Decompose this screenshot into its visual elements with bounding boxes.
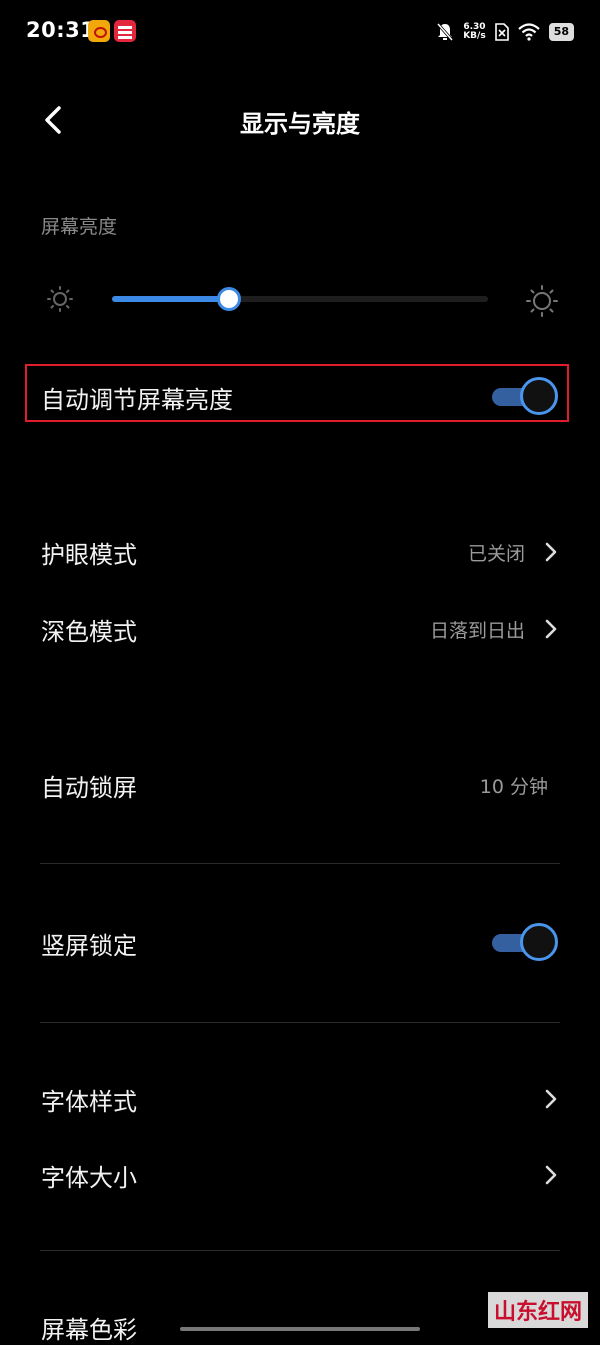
- brightness-slider[interactable]: [112, 287, 488, 311]
- status-time: 20:31: [26, 18, 96, 42]
- sim-icon: [494, 23, 509, 41]
- dark-mode-value: 日落到日出: [429, 620, 525, 642]
- font-size-row[interactable]: 字体大小: [0, 1140, 600, 1210]
- auto-lock-label: 自动锁屏: [41, 774, 137, 802]
- network-speed: 6.30 KB/s: [463, 23, 485, 41]
- font-style-row[interactable]: 字体样式: [0, 1064, 600, 1134]
- auto-lock-row[interactable]: 自动锁屏 10 分钟: [0, 750, 600, 820]
- toggle-knob: [520, 923, 558, 961]
- screen-color-label[interactable]: 屏幕色彩: [41, 1310, 137, 1345]
- network-speed-unit: KB/s: [463, 31, 486, 41]
- font-size-label: 字体大小: [41, 1164, 137, 1192]
- weibo-app-icon: [88, 20, 110, 42]
- brightness-slider-fill: [112, 296, 229, 302]
- news-app-icon: [114, 20, 136, 42]
- dark-mode-row[interactable]: 深色模式 日落到日出: [0, 594, 600, 664]
- chevron-right-icon: [545, 1165, 557, 1185]
- watermark-logo: 山东红网: [487, 1292, 588, 1328]
- chevron-right-icon: [545, 619, 557, 639]
- chevron-right-icon: [545, 1089, 557, 1109]
- page-header: 显示与亮度: [0, 90, 600, 150]
- home-indicator[interactable]: [180, 1327, 420, 1331]
- divider: [40, 1250, 560, 1251]
- dark-mode-label: 深色模式: [41, 618, 137, 646]
- status-right-group: 6.30 KB/s 58: [436, 20, 574, 44]
- divider: [40, 1022, 560, 1023]
- portrait-lock-row[interactable]: 竖屏锁定: [0, 908, 600, 978]
- divider: [40, 863, 560, 864]
- battery-indicator: 58: [548, 23, 574, 41]
- highlight-box: [25, 364, 569, 422]
- portrait-lock-toggle[interactable]: [492, 923, 558, 961]
- brightness-slider-row: [0, 270, 600, 330]
- eye-care-label: 护眼模式: [41, 541, 137, 569]
- auto-lock-value: 10 分钟: [479, 776, 548, 798]
- eye-care-row[interactable]: 护眼模式 已关闭: [0, 517, 600, 587]
- page-title: 显示与亮度: [240, 110, 360, 138]
- wifi-icon: [517, 23, 540, 41]
- eye-care-value: 已关闭: [467, 543, 525, 565]
- font-style-label: 字体样式: [41, 1088, 137, 1116]
- chevron-right-icon: [545, 542, 557, 562]
- bell-mute-icon: [437, 23, 454, 41]
- brightness-slider-thumb[interactable]: [216, 287, 241, 311]
- brightness-section-label: 屏幕亮度: [41, 216, 118, 238]
- brightness-high-icon: [526, 285, 558, 317]
- brightness-low-icon: [47, 286, 73, 312]
- status-bar: 20:31 6.30 KB/s 58: [0, 0, 600, 64]
- portrait-lock-label: 竖屏锁定: [41, 932, 137, 960]
